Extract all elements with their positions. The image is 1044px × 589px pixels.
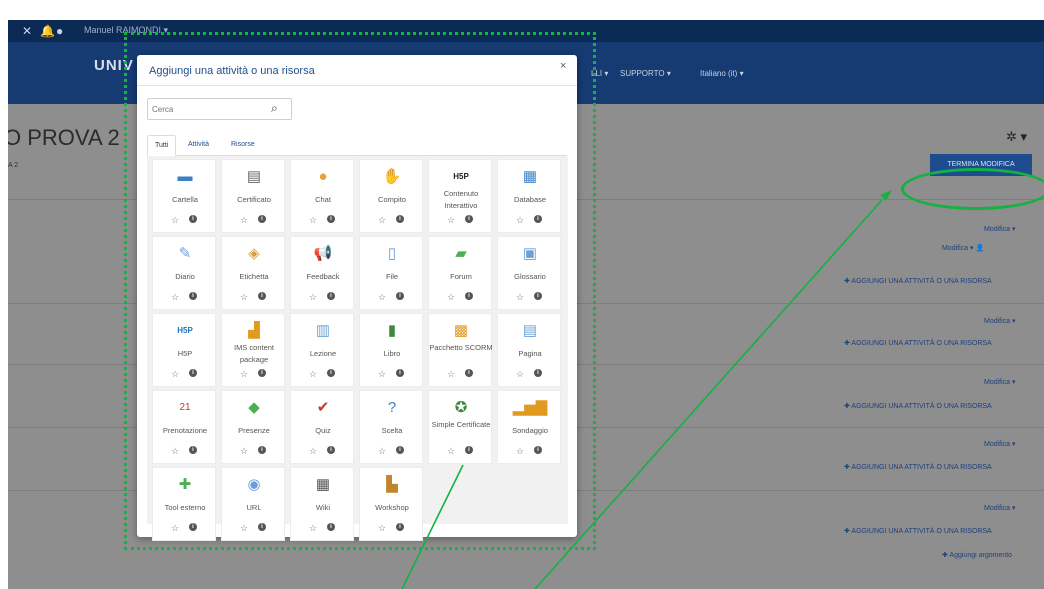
arrow-line-left bbox=[401, 464, 464, 589]
annotation-arrows bbox=[401, 190, 892, 589]
arrow-line-right bbox=[534, 199, 883, 589]
course-page: ✕ 🔔 ● Manuel RAIMONDI ▾ UNIV LLI ▾ SUPPO… bbox=[8, 20, 1044, 589]
arrow-head bbox=[880, 190, 892, 201]
